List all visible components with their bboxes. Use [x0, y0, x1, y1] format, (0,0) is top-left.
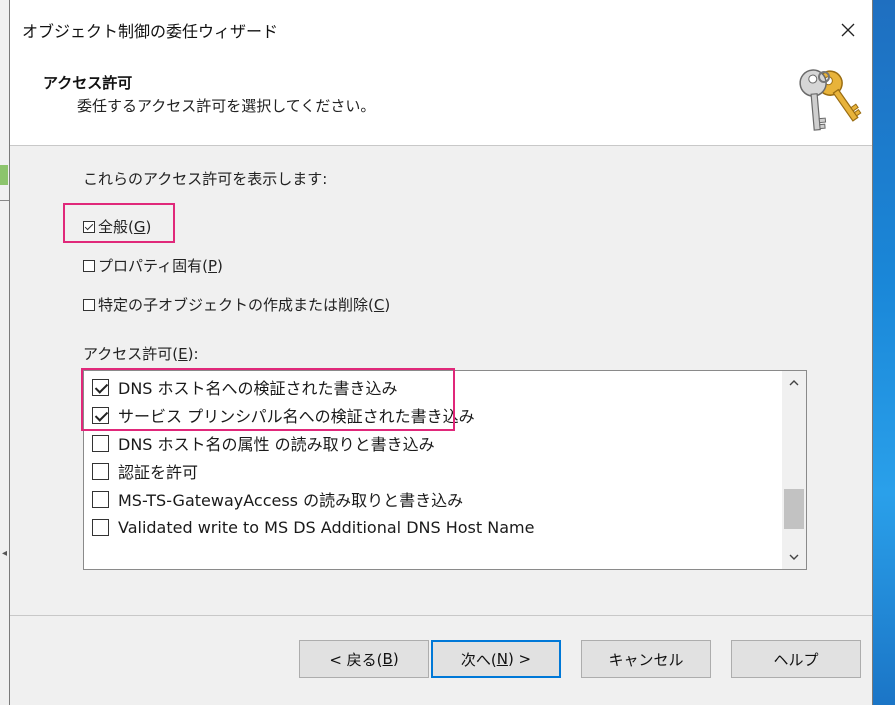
property-specific-label: プロパティ固有 — [98, 257, 203, 275]
scroll-thumb[interactable] — [784, 488, 804, 529]
list-item[interactable]: DNS ホスト名への検証された書き込み — [92, 373, 398, 401]
general-mnemonic: G — [133, 217, 146, 236]
permission-checkbox[interactable] — [92, 518, 109, 536]
next-button-suffix: ) > — [507, 650, 532, 668]
permissions-label: アクセス許可(E): — [83, 345, 199, 363]
child-objects-checkbox-box[interactable] — [83, 298, 95, 311]
permissions-list[interactable]: DNS ホスト名への検証された書き込み サービス プリンシパル名への検証された書… — [83, 370, 807, 570]
title-bar: オブジェクト制御の委任ウィザード — [10, 0, 872, 60]
property-specific-mnemonic: P — [207, 256, 218, 275]
general-checkbox-box[interactable] — [83, 220, 95, 233]
next-button[interactable]: 次へ(N) > — [431, 640, 561, 678]
chevron-down-icon — [789, 554, 799, 560]
background-window-fragment — [0, 165, 8, 185]
child-objects-label: 特定の子オブジェクトの作成または削除 — [98, 296, 369, 314]
permission-checkbox[interactable] — [92, 406, 109, 424]
wizard-content: これらのアクセス許可を表示します: 全般(G) プロパティ固有(P) 特定の子オ… — [10, 145, 872, 625]
next-button-mnemonic: N — [496, 650, 508, 668]
background-window-divider — [0, 200, 9, 201]
wizard-dialog: オブジェクト制御の委任ウィザード アクセス許可 委任するアクセス許可を選択してく… — [9, 0, 873, 705]
list-item[interactable]: サービス プリンシパル名への検証された書き込み — [92, 401, 475, 429]
footer-divider — [10, 615, 872, 616]
back-button-mnemonic: B — [382, 650, 393, 668]
permission-label: 認証を許可 — [118, 463, 199, 482]
back-button-suffix: ) — [392, 650, 399, 668]
window-title: オブジェクト制御の委任ウィザード — [22, 22, 279, 41]
next-button-label: 次へ( — [460, 650, 497, 669]
permission-label: MS-TS-GatewayAccess の読み取りと書き込み — [118, 491, 464, 510]
general-label: 全般 — [98, 218, 129, 236]
permission-checkbox[interactable] — [92, 434, 109, 452]
permission-checkbox[interactable] — [92, 378, 109, 396]
permission-checkbox[interactable] — [92, 462, 109, 480]
cancel-button[interactable]: キャンセル — [581, 640, 711, 678]
list-item[interactable]: 認証を許可 — [92, 457, 198, 485]
list-item[interactable]: Validated write to MS DS Additional DNS … — [92, 513, 534, 541]
permissions-label-suffix: : — [193, 345, 199, 363]
back-button[interactable]: < 戻る(B) — [299, 640, 429, 678]
list-item[interactable]: MS-TS-GatewayAccess の読み取りと書き込み — [92, 485, 463, 513]
show-permissions-label: これらのアクセス許可を表示します: — [83, 170, 328, 188]
help-button[interactable]: ヘルプ — [731, 640, 861, 678]
permission-label: サービス プリンシパル名への検証された書き込み — [118, 407, 475, 426]
general-checkbox[interactable]: 全般(G) — [83, 216, 151, 237]
list-scrollbar[interactable] — [782, 371, 806, 569]
property-specific-checkbox-box[interactable] — [83, 259, 95, 272]
permissions-label-text: アクセス許可 — [83, 345, 173, 363]
back-button-label: < 戻る( — [329, 650, 383, 669]
scroll-down-button[interactable] — [782, 545, 806, 569]
list-item[interactable]: DNS ホスト名の属性 の読み取りと書き込み — [92, 429, 435, 457]
child-objects-checkbox[interactable]: 特定の子オブジェクトの作成または削除(C) — [83, 294, 390, 315]
close-icon — [841, 23, 855, 37]
permission-label: DNS ホスト名の属性 の読み取りと書き込み — [118, 435, 435, 454]
property-specific-checkbox[interactable]: プロパティ固有(P) — [83, 255, 223, 276]
page-title: アクセス許可 — [43, 74, 133, 92]
wizard-header: アクセス許可 委任するアクセス許可を選択してください。 — [10, 60, 872, 146]
permission-label: DNS ホスト名への検証された書き込み — [118, 379, 398, 398]
permission-checkbox[interactable] — [92, 490, 109, 508]
close-button[interactable] — [832, 14, 864, 46]
chevron-up-icon — [789, 380, 799, 386]
keys-icon — [799, 69, 862, 131]
permission-label: Validated write to MS DS Additional DNS … — [118, 517, 535, 537]
scroll-up-button[interactable] — [782, 371, 806, 395]
background-window-arrow: ◂ — [2, 548, 8, 559]
permissions-mnemonic: E — [178, 345, 188, 363]
page-subtitle: 委任するアクセス許可を選択してください。 — [77, 97, 376, 115]
child-objects-mnemonic: C — [373, 295, 385, 314]
